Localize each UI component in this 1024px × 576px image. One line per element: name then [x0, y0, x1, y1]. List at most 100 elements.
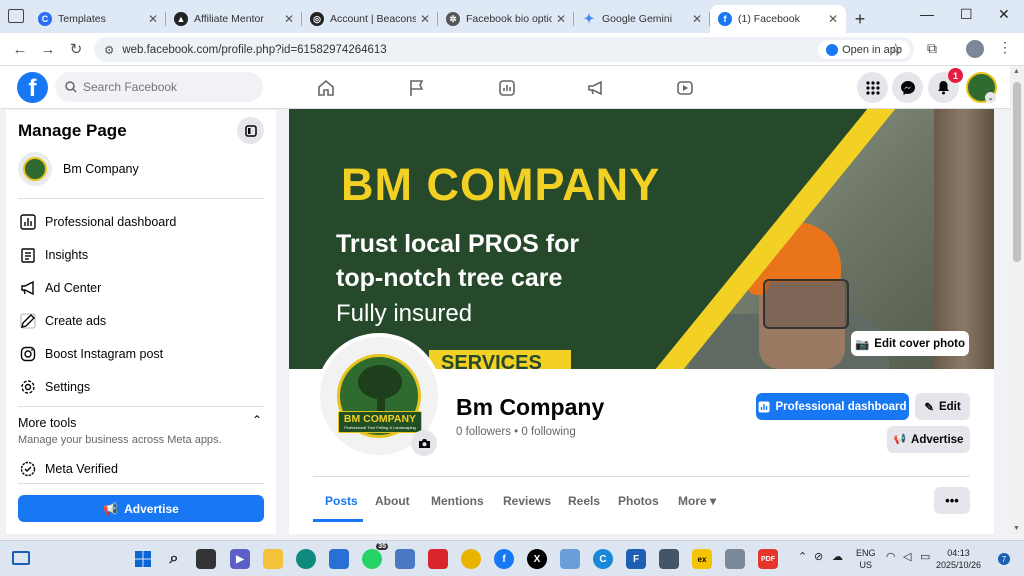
pages-flag-nav-icon[interactable] [403, 74, 431, 102]
task-view-widget-icon[interactable] [12, 551, 30, 565]
site-info-icon[interactable]: ⚙ [104, 43, 114, 57]
url-text[interactable]: web.facebook.com/profile.php?id=61582974… [122, 44, 386, 56]
close-tab-icon[interactable]: ✕ [420, 12, 430, 26]
video-nav-icon[interactable] [671, 74, 699, 102]
canva-icon[interactable]: C [593, 549, 613, 569]
account-chevron-down-icon[interactable]: ⌄ [985, 92, 996, 103]
close-tab-icon[interactable]: ✕ [556, 12, 566, 26]
browser-tab-beacons[interactable]: ◎ Account | Beacons ✕ [302, 5, 438, 33]
notification-center-badge[interactable]: 7 [998, 553, 1010, 565]
volume-icon[interactable]: ◁ [903, 551, 911, 563]
tab-reviews[interactable]: Reviews [503, 494, 551, 508]
x-app-icon[interactable]: X [527, 549, 547, 569]
battery-icon[interactable]: ▭ [920, 551, 930, 563]
bookmark-star-icon[interactable]: ☆ [889, 40, 902, 58]
pdf-icon[interactable]: PDF [758, 549, 778, 569]
sidebar-item-create-ads[interactable]: Create ads [18, 310, 106, 332]
browser-tab-templates[interactable]: C Templates ✕ [30, 5, 166, 33]
exness-icon[interactable]: ex [692, 549, 712, 569]
scroll-thumb[interactable] [1013, 82, 1021, 262]
sidebar-item-boost-instagram-post[interactable]: Boost Instagram post [18, 343, 163, 365]
notepad-icon[interactable] [395, 549, 415, 569]
store-icon[interactable] [329, 549, 349, 569]
file-explorer-icon[interactable] [263, 549, 283, 569]
windows-start-icon[interactable] [133, 549, 153, 569]
close-tab-icon[interactable]: ✕ [828, 12, 838, 26]
advertise-button[interactable]: 📢 Advertise [887, 426, 970, 453]
notifications-button[interactable]: 1 [928, 68, 963, 103]
insights-nav-icon[interactable] [493, 74, 521, 102]
ads-megaphone-nav-icon[interactable] [582, 74, 610, 102]
menu-grid-button[interactable] [857, 72, 888, 103]
facebook-search-box[interactable] [55, 72, 263, 102]
browser-tab-facebook[interactable]: f (1) Facebook ✕ [710, 5, 846, 33]
home-nav-icon[interactable] [312, 74, 340, 102]
image-app-icon[interactable] [560, 549, 580, 569]
page-scrollbar[interactable]: ▲ ▼ [1010, 66, 1024, 534]
wifi-icon[interactable]: ◠ [886, 551, 896, 563]
new-tab-button[interactable]: + [846, 5, 874, 33]
browser-tab-facebook-bio[interactable]: ✲ Facebook bio option ✕ [438, 5, 574, 33]
close-tab-icon[interactable]: ✕ [148, 12, 158, 26]
close-tab-icon[interactable]: ✕ [692, 12, 702, 26]
close-tab-icon[interactable]: ✕ [284, 12, 294, 26]
tray-sync-icon[interactable]: ⊘ [814, 551, 823, 563]
notification-count-badge: 1 [948, 68, 963, 83]
media-app-icon[interactable] [428, 549, 448, 569]
word-icon[interactable]: F [626, 549, 646, 569]
forward-icon[interactable]: → [34, 41, 62, 58]
update-profile-picture-button[interactable] [411, 430, 437, 456]
maximize-window-icon[interactable]: ☐ [960, 6, 973, 23]
tab-about[interactable]: About [375, 494, 410, 508]
minimize-window-icon[interactable]: — [920, 6, 934, 22]
chevron-up-icon[interactable]: ⌃ [252, 413, 262, 427]
tray-cloud-icon[interactable]: ☁ [832, 551, 843, 563]
sidebar-item-professional-dashboard[interactable]: Professional dashboard [18, 211, 176, 233]
scroll-up-icon[interactable]: ▲ [1013, 68, 1020, 75]
edge-icon[interactable] [296, 549, 316, 569]
search-icon[interactable]: ⌕ [164, 549, 184, 569]
whatsapp-icon[interactable]: 35 [362, 543, 388, 569]
sidebar-item-settings[interactable]: Settings [18, 376, 90, 398]
sidebar-item-insights[interactable]: Insights [18, 244, 88, 266]
more-tools-heading[interactable]: More tools [18, 416, 76, 430]
messenger-button[interactable] [892, 72, 923, 103]
tray-chevron-up-icon[interactable]: ⌃ [798, 551, 807, 563]
close-window-icon[interactable]: ✕ [998, 6, 1010, 23]
tab-posts[interactable]: Posts [325, 494, 358, 508]
tab-mentions[interactable]: Mentions [431, 494, 484, 508]
task-view-icon[interactable] [196, 549, 216, 569]
extensions-icon[interactable]: ⧉ [927, 40, 937, 57]
tab-search-icon[interactable] [8, 9, 24, 23]
sidebar-page-switcher[interactable]: Bm Company [18, 152, 139, 186]
sidebar-advertise-button[interactable]: 📢 Advertise [18, 495, 264, 522]
facebook-logo-icon[interactable]: f [17, 72, 48, 103]
browser-menu-icon[interactable]: ⋮ [998, 39, 1012, 56]
profile-avatar-icon[interactable] [966, 40, 984, 58]
sidebar-item-ad-center[interactable]: Ad Center [18, 277, 101, 299]
professional-dashboard-button[interactable]: Professional dashboard [756, 393, 909, 420]
more-options-button[interactable]: ••• [934, 487, 970, 514]
photos-icon[interactable] [659, 549, 679, 569]
chrome-icon[interactable] [461, 549, 481, 569]
clock[interactable]: 04:13 2025/10/26 [936, 547, 981, 571]
teams-icon[interactable]: ▶ [230, 549, 250, 569]
printer-icon[interactable] [725, 549, 745, 569]
tab-photos[interactable]: Photos [618, 494, 659, 508]
collapse-sidebar-button[interactable] [237, 117, 264, 144]
search-input[interactable] [83, 80, 253, 94]
facebook-app-icon[interactable]: f [494, 549, 514, 569]
tab-more[interactable]: More ▾ [678, 494, 716, 508]
scroll-down-icon[interactable]: ▼ [1013, 525, 1020, 532]
sidebar-item-meta-verified[interactable]: Meta Verified [18, 458, 118, 480]
reload-icon[interactable]: ↻ [62, 40, 90, 58]
tab-reels[interactable]: Reels [568, 494, 600, 508]
edit-page-button[interactable]: ✎ Edit [915, 393, 970, 420]
address-bar[interactable]: ⚙ web.facebook.com/profile.php?id=615829… [94, 37, 914, 62]
edit-cover-photo-button[interactable]: 📷 Edit cover photo [851, 331, 969, 356]
follower-count[interactable]: 0 followers • 0 following [456, 426, 576, 438]
browser-tab-affiliate-mentor[interactable]: ▲ Affiliate Mentor ✕ [166, 5, 302, 33]
back-icon[interactable]: ← [6, 41, 34, 58]
language-indicator[interactable]: ENG US [856, 547, 876, 571]
browser-tab-gemini[interactable]: ✦ Google Gemini ✕ [574, 5, 710, 33]
